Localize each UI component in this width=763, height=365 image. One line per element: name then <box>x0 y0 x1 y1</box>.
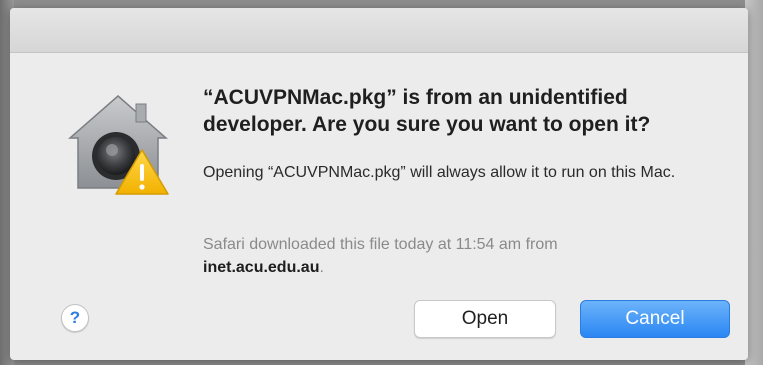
download-source-domain: inet.acu.edu.au <box>203 259 320 276</box>
download-source-info: Safari downloaded this file today at 11:… <box>203 233 713 279</box>
download-source-text: Safari downloaded this file today at 11:… <box>203 236 558 253</box>
help-button[interactable]: ? <box>61 304 89 332</box>
cancel-button[interactable]: Cancel <box>580 300 730 338</box>
dialog-message: Opening “ACUVPNMac.pkg” will always allo… <box>203 164 676 181</box>
dialog-heading: “ACUVPNMac.pkg” is from an unidentified … <box>203 86 651 136</box>
download-source-suffix: . <box>319 259 324 276</box>
security-alert-dialog: “ACUVPNMac.pkg” is from an unidentified … <box>10 8 748 360</box>
open-button[interactable]: Open <box>414 300 556 338</box>
dialog-titlebar <box>10 8 748 53</box>
gatekeeper-warning-icon <box>62 88 174 200</box>
